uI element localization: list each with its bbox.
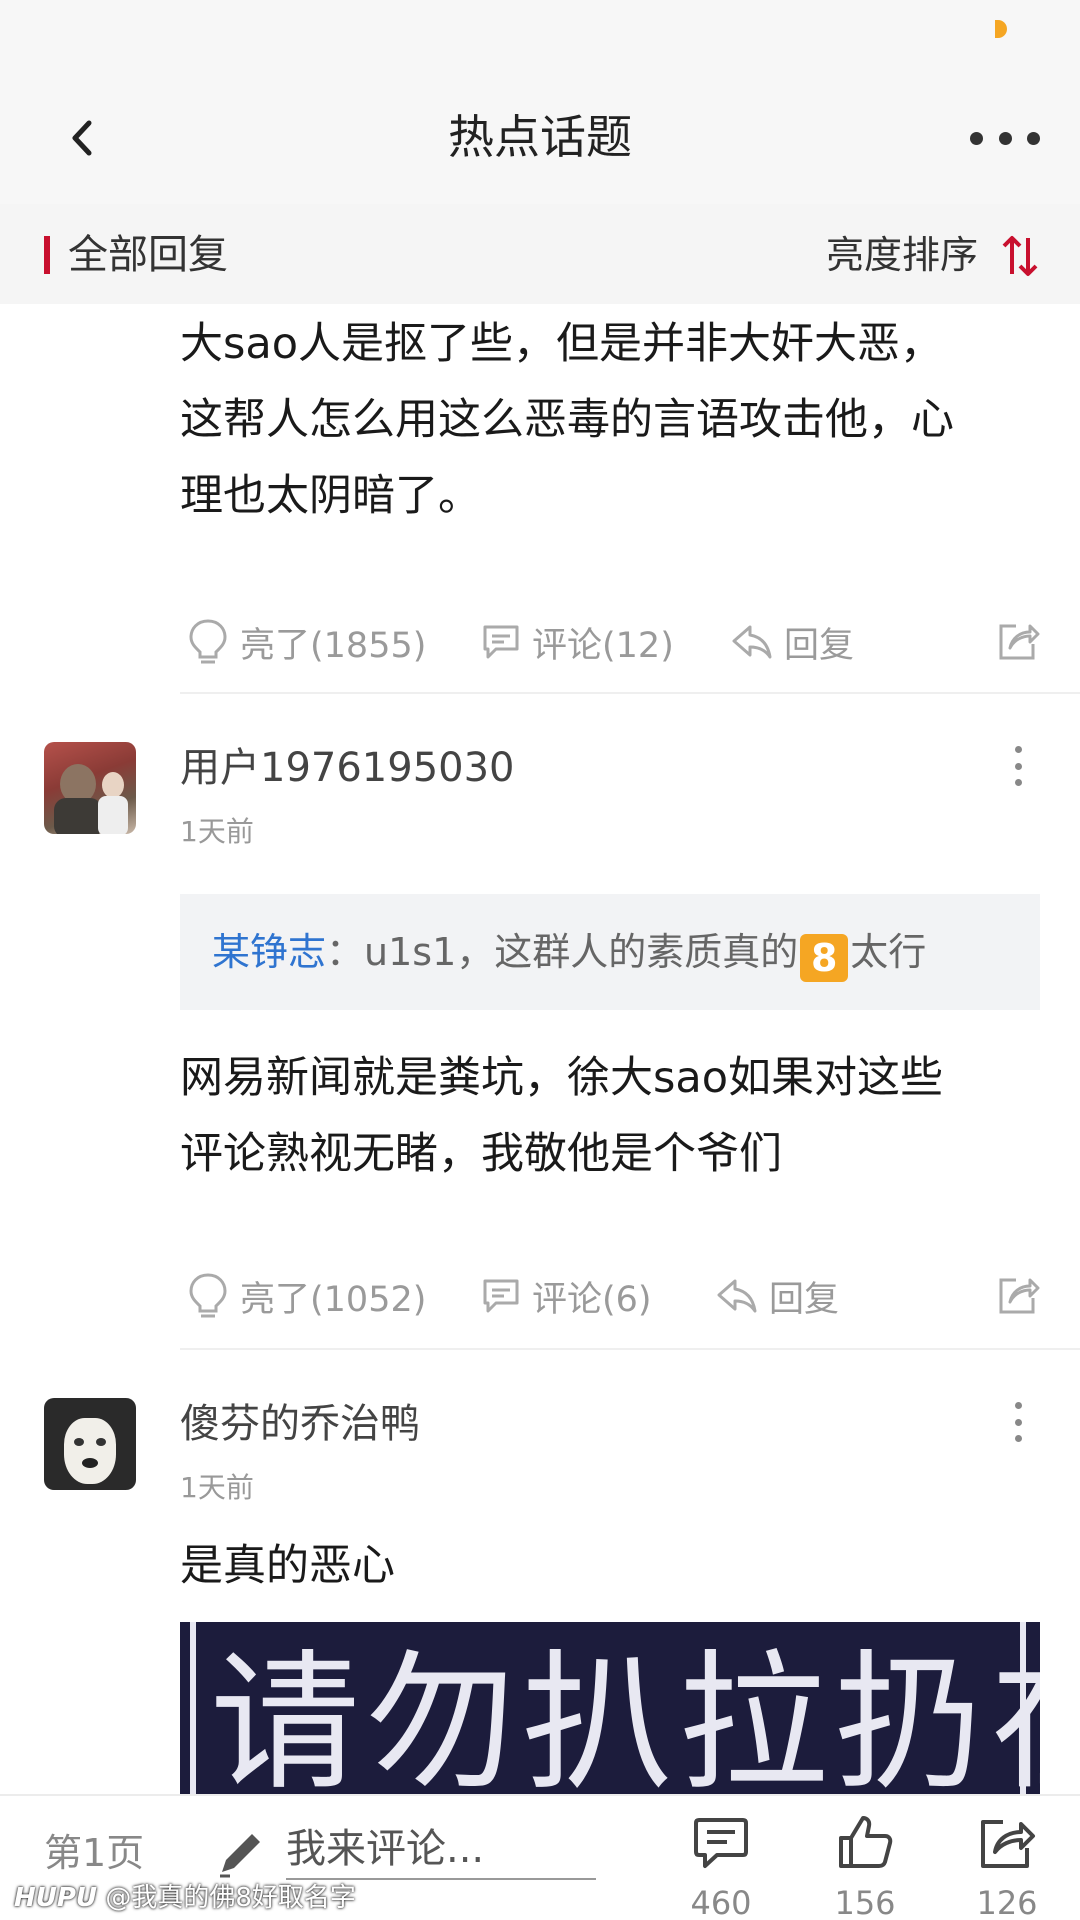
reply-button[interactable]: 回复 <box>715 1266 839 1326</box>
comment-bubble-icon <box>694 1818 748 1868</box>
reply-arrow-icon <box>717 1279 757 1313</box>
sort-button[interactable]: 亮度排序 <box>826 228 978 282</box>
section-title: 全部回复 <box>68 232 228 278</box>
watermark: HUPU @我真的佛8好取名字 <box>14 1883 356 1913</box>
lightbulb-icon <box>189 1273 227 1318</box>
divider <box>180 1348 1080 1350</box>
page-indicator[interactable]: 第1页 <box>44 1826 144 1880</box>
reply-button[interactable]: 回复 <box>730 612 854 672</box>
comment-body: 是真的恶心 <box>180 1541 395 1591</box>
like-button[interactable]: 亮了(1052) <box>186 1266 426 1326</box>
comment-count-button[interactable]: 460 <box>666 1814 776 1920</box>
comment-more-button[interactable] <box>1010 1402 1026 1442</box>
comment-body: 大sao人是抠了些，但是并非大奸大恶， 这帮人怎么用这么恶毒的言语攻击他，心 理… <box>180 319 954 521</box>
share-icon <box>981 1820 1035 1868</box>
lightbulb-icon <box>189 619 227 664</box>
comment-button[interactable]: 评论(12) <box>480 612 674 672</box>
comment-bubble-icon <box>483 625 519 659</box>
reply-arrow-icon <box>732 625 772 659</box>
more-horizontal-icon <box>970 131 983 145</box>
sort-arrows-icon[interactable] <box>1000 234 1040 278</box>
share-icon[interactable] <box>996 1272 1040 1316</box>
pen-icon <box>220 1834 260 1878</box>
like-count-button[interactable]: 156 <box>810 1814 920 1920</box>
share-count-button[interactable]: 126 <box>952 1814 1062 1920</box>
timestamp: 1天前 <box>180 815 254 848</box>
comment-input[interactable] <box>286 1820 596 1880</box>
comment-bubble-icon <box>483 1279 519 1313</box>
quoted-comment[interactable]: 某铮志：u1s1，这群人的素质真的 8 太行 <box>180 894 1040 1010</box>
share-count: 126 <box>976 1884 1038 1920</box>
image-caption: 请勿扒拉扔在此 <box>210 1637 1040 1802</box>
page-title: 热点话题 <box>448 110 632 164</box>
quote-author[interactable]: 某铮志 <box>212 930 326 974</box>
emoji-8-icon: 8 <box>800 934 849 982</box>
timestamp: 1天前 <box>180 1471 254 1504</box>
more-vertical-icon <box>1014 1402 1022 1409</box>
comment-body: 网易新闻就是粪坑，徐大sao如果对这些 评论熟视无睹，我敬他是个爷们 <box>180 1053 944 1179</box>
avatar[interactable] <box>44 742 136 834</box>
comment-count: 460 <box>690 1884 752 1920</box>
like-button[interactable]: 亮了(1855) <box>186 612 426 672</box>
section-marker <box>44 236 50 274</box>
comment-image[interactable]: 请勿扒拉扔在此 <box>180 1622 1040 1802</box>
filter-bar: 全部回复 亮度排序 <box>0 204 1080 304</box>
comment-actions: 亮了(1855) 评论(12) 回复 <box>180 612 1040 672</box>
more-button[interactable] <box>970 110 1040 166</box>
nav-bar: 热点话题 <box>0 70 1080 204</box>
like-count: 156 <box>834 1884 896 1920</box>
thumbs-up-icon <box>839 1816 893 1868</box>
more-vertical-icon <box>1014 746 1022 753</box>
status-indicator-icon <box>995 20 1007 38</box>
avatar[interactable] <box>44 1398 136 1490</box>
username[interactable]: 傻芬的乔治鸭 <box>180 1396 420 1452</box>
share-icon[interactable] <box>996 618 1040 662</box>
divider <box>180 692 1080 694</box>
comment-button[interactable]: 评论(6) <box>480 1266 652 1326</box>
username[interactable]: 用户1976195030 <box>180 740 515 796</box>
comment-more-button[interactable] <box>1010 746 1026 786</box>
comment-actions: 亮了(1052) 评论(6) 回复 <box>180 1266 1040 1326</box>
status-bar <box>0 0 1080 70</box>
